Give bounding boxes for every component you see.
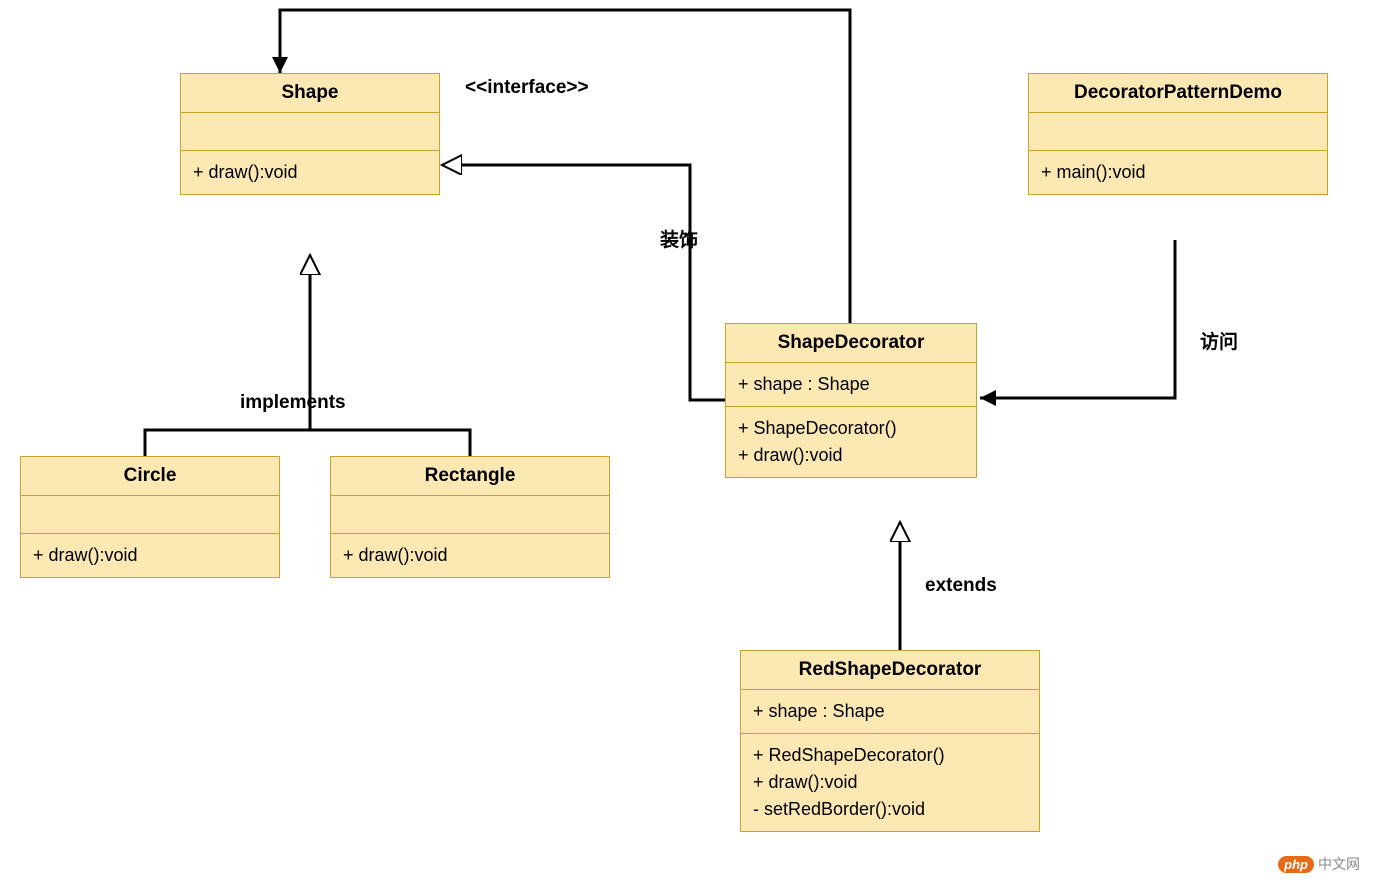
watermark-tag: php <box>1278 856 1314 873</box>
label-interface: <<interface>> <box>465 77 589 99</box>
edge-decorator-to-shape <box>442 165 725 400</box>
op-item: + draw():void <box>738 442 964 469</box>
class-red-shape-decorator-title: RedShapeDecorator <box>741 651 1039 690</box>
class-circle-ops: + draw():void <box>21 534 279 577</box>
class-rectangle-title: Rectangle <box>331 457 609 496</box>
class-red-shape-decorator-attrs: + shape : Shape <box>741 690 1039 734</box>
op-item: + main():void <box>1041 159 1315 186</box>
attr-item: + shape : Shape <box>738 371 964 398</box>
class-circle: Circle + draw():void <box>20 456 280 578</box>
class-rectangle: Rectangle + draw():void <box>330 456 610 578</box>
class-decorator-pattern-demo-title: DecoratorPatternDemo <box>1029 74 1327 113</box>
class-shape: Shape + draw():void <box>180 73 440 195</box>
class-red-shape-decorator-ops: + RedShapeDecorator() + draw():void - se… <box>741 734 1039 831</box>
edge-implements <box>145 255 310 456</box>
op-item: - setRedBorder():void <box>753 796 1027 823</box>
class-shape-decorator-ops: + ShapeDecorator() + draw():void <box>726 407 976 477</box>
op-item: + draw():void <box>753 769 1027 796</box>
class-shape-decorator-attrs: + shape : Shape <box>726 363 976 407</box>
class-shape-attrs <box>181 113 439 151</box>
label-access: 访问 <box>1200 327 1238 354</box>
class-shape-title: Shape <box>181 74 439 113</box>
class-circle-attrs <box>21 496 279 534</box>
class-rectangle-attrs <box>331 496 609 534</box>
label-decorate: 装饰 <box>660 225 698 252</box>
class-shape-ops: + draw():void <box>181 151 439 194</box>
class-decorator-pattern-demo-attrs <box>1029 113 1327 151</box>
edge-access <box>980 240 1175 398</box>
attr-item: + shape : Shape <box>753 698 1027 725</box>
class-rectangle-ops: + draw():void <box>331 534 609 577</box>
op-item: + draw():void <box>193 159 427 186</box>
class-decorator-pattern-demo: DecoratorPatternDemo + main():void <box>1028 73 1328 195</box>
op-item: + ShapeDecorator() <box>738 415 964 442</box>
watermark-text: 中文网 <box>1318 854 1360 874</box>
op-item: + RedShapeDecorator() <box>753 742 1027 769</box>
edge-implements-rect <box>310 430 470 456</box>
op-item: + draw():void <box>33 542 267 569</box>
class-shape-decorator-title: ShapeDecorator <box>726 324 976 363</box>
label-extends: extends <box>925 575 997 597</box>
class-circle-title: Circle <box>21 457 279 496</box>
watermark: php 中文网 <box>1278 854 1360 874</box>
class-red-shape-decorator: RedShapeDecorator + shape : Shape + RedS… <box>740 650 1040 832</box>
label-implements: implements <box>240 392 346 414</box>
class-decorator-pattern-demo-ops: + main():void <box>1029 151 1327 194</box>
op-item: + draw():void <box>343 542 597 569</box>
class-shape-decorator: ShapeDecorator + shape : Shape + ShapeDe… <box>725 323 977 478</box>
